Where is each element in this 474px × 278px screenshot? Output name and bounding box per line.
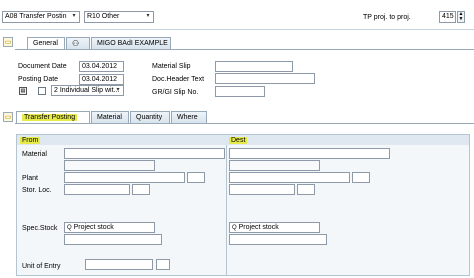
tab-quantity-label: Quantity xyxy=(136,114,163,121)
from-plant-code[interactable] xyxy=(187,172,205,183)
dest-spec-stock-icon: Q xyxy=(232,225,237,231)
document-date-label: Document Date xyxy=(18,63,67,70)
dest-plant-code[interactable] xyxy=(352,172,370,183)
chevron-down-icon[interactable]: ▾ xyxy=(114,87,122,94)
dest-spec-stock-value: Project stock xyxy=(238,224,279,231)
from-heading: From xyxy=(20,136,41,145)
stor-loc-label: Stor. Loc. xyxy=(22,187,52,194)
dest-material-field[interactable] xyxy=(229,148,390,159)
from-material-field[interactable] xyxy=(64,148,225,159)
unit-of-entry-label: Unit of Entry xyxy=(22,263,61,270)
from-spec-stock-icon: Q xyxy=(67,225,72,231)
header-divider xyxy=(0,29,474,30)
dest-spec-stock-field[interactable]: Q Project stock xyxy=(229,222,320,233)
dest-stor-loc-field[interactable] xyxy=(229,184,295,195)
item-tab-baseline xyxy=(15,123,474,124)
action-dropdown-value: A08 Transfer Postin xyxy=(5,13,67,20)
chevron-down-icon[interactable]: ▾ xyxy=(144,13,152,20)
print-option-dropdown[interactable]: 2 Individual Slip wit... ▾ xyxy=(51,85,124,96)
dest-heading-text: Dest xyxy=(229,137,248,144)
reference-dropdown[interactable]: R10 Other ▾ xyxy=(84,11,154,23)
from-spec-stock-field[interactable]: Q Project stock xyxy=(64,222,155,233)
from-stor-loc-code[interactable] xyxy=(132,184,150,195)
doc-header-text-label: Doc.Header Text xyxy=(152,76,205,83)
gr-gi-slip-label: GR/GI Slip No. xyxy=(152,89,199,96)
panel-divider xyxy=(226,134,227,276)
down-arrow-icon[interactable]: ▼ xyxy=(458,17,464,22)
document-date-field[interactable]: 03.04.2012 xyxy=(79,61,124,72)
header-tab-baseline xyxy=(15,49,474,50)
document-date-value: 03.04.2012 xyxy=(82,63,118,70)
posting-date-label: Posting Date xyxy=(18,76,59,83)
tab-where-label: Where xyxy=(177,114,198,121)
plant-label: Plant xyxy=(22,175,38,182)
tp-proj-label: TP proj. to proj. xyxy=(363,14,411,21)
from-plant-field[interactable] xyxy=(64,172,185,183)
action-dropdown[interactable]: A08 Transfer Postin ▾ xyxy=(2,11,80,23)
from-spec-stock-value: Project stock xyxy=(73,224,114,231)
tab-material[interactable]: Material xyxy=(91,111,129,123)
dest-material-desc xyxy=(229,160,320,171)
print-option-value: 2 Individual Slip wit... xyxy=(54,87,120,94)
dest-wbs-element-field[interactable] xyxy=(229,234,327,245)
chevron-down-icon[interactable]: ▾ xyxy=(70,13,78,20)
from-heading-text: From xyxy=(20,137,41,144)
doc-header-text-field[interactable] xyxy=(215,73,315,84)
gr-gi-slip-field[interactable] xyxy=(215,86,265,97)
posting-date-field[interactable]: 03.04.2012 xyxy=(79,74,124,85)
tp-proj-value: 415 xyxy=(442,13,454,20)
partner-icon: ⚇ xyxy=(72,39,80,48)
material-slip-label: Material Slip xyxy=(152,63,191,70)
folder-icon[interactable]: ▭ xyxy=(3,37,13,47)
unit-of-entry-qty[interactable] xyxy=(85,259,153,270)
tab-transfer-posting[interactable]: Transfer Posting xyxy=(16,111,90,123)
tab-partner[interactable]: ⚇ xyxy=(66,37,90,49)
tab-transfer-posting-label: Transfer Posting xyxy=(22,114,78,121)
spec-stock-label: Spec.Stock xyxy=(22,225,58,232)
dest-stor-loc-code[interactable] xyxy=(297,184,315,195)
from-wbs-element-field[interactable] xyxy=(64,234,162,245)
unit-of-entry-unit[interactable] xyxy=(156,259,170,270)
dest-plant-field[interactable] xyxy=(229,172,350,183)
material-slip-field[interactable] xyxy=(215,61,293,72)
tab-quantity[interactable]: Quantity xyxy=(130,111,170,123)
folder-icon[interactable]: ▭ xyxy=(3,112,13,122)
tab-general-label: General xyxy=(33,40,58,47)
tab-general[interactable]: General xyxy=(27,37,65,49)
print-icon: ▤ xyxy=(19,87,27,95)
reference-dropdown-value: R10 Other xyxy=(87,13,120,20)
material-label: Material xyxy=(22,151,47,158)
tab-migo-badi-example-label: MIGO BAdI EXAMPLE xyxy=(97,40,168,47)
tab-migo-badi-example[interactable]: MIGO BAdI EXAMPLE xyxy=(91,37,171,49)
spin-control[interactable]: ▲ ▼ xyxy=(457,11,465,23)
dest-heading: Dest xyxy=(229,136,248,145)
tp-proj-field[interactable]: 415 xyxy=(439,11,456,23)
tab-where[interactable]: Where xyxy=(171,111,207,123)
from-material-desc xyxy=(64,160,155,171)
posting-date-value: 03.04.2012 xyxy=(82,76,118,83)
from-stor-loc-field[interactable] xyxy=(64,184,130,195)
print-checkbox[interactable] xyxy=(38,87,46,95)
tab-material-label: Material xyxy=(97,114,122,121)
